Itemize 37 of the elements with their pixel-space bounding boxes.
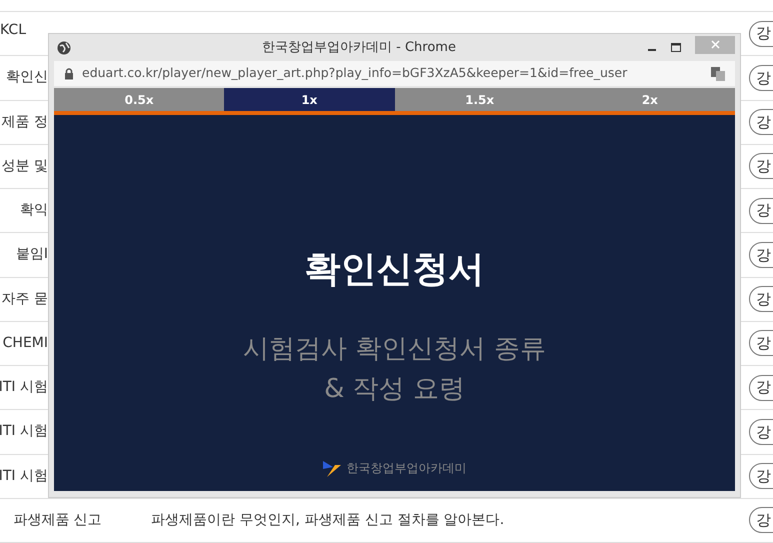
lesson-title: 확익 — [19, 201, 48, 220]
lecture-button[interactable]: 강 — [749, 153, 773, 180]
lecture-button[interactable]: 강 — [749, 64, 773, 91]
lesson-title: 파생제품 신고 — [12, 510, 103, 530]
lecture-button[interactable]: 강 — [749, 374, 773, 401]
address-bar[interactable]: eduart.co.kr/player/new_player_art.php?play_info=bGF3XzA5&keeper=1&id=free_user — [54, 61, 735, 86]
lesson-title: KCL — [0, 21, 26, 40]
lesson-title: ITI 시험 — [0, 378, 48, 398]
lesson-title: CHEMI — [2, 334, 48, 353]
lesson-title: 성분 및 — [0, 156, 48, 176]
lesson-title: ITI 시험 — [0, 422, 48, 442]
window-title: 한국창업부업아카데미 - Chrome — [261, 38, 457, 57]
logo-text: 한국창업부업아카데미 — [346, 460, 466, 477]
lecture-button[interactable]: 강 — [749, 463, 773, 490]
lock-icon — [64, 68, 74, 80]
logo-icon — [322, 459, 342, 477]
lesson-title: ITI 시험 — [0, 466, 48, 486]
lesson-title: 확인신 — [5, 68, 48, 88]
lecture-button[interactable]: 강 — [749, 286, 773, 312]
slide-heading: 확인신청서 — [304, 248, 484, 292]
lecture-button[interactable]: 강 — [749, 418, 773, 445]
maximize-icon[interactable] — [671, 42, 681, 52]
lecture-button[interactable]: 강 — [749, 330, 773, 356]
slide-subtitle: 시험검사 확인신청서 종류 — [243, 333, 546, 366]
lecture-button[interactable]: 강 — [749, 109, 773, 136]
lesson-description: 파생제품이란 무엇인지, 파생제품 신고 절차를 알아본다. — [151, 510, 504, 530]
close-icon — [710, 40, 720, 49]
lecture-button[interactable]: 강 — [749, 507, 773, 534]
url-text: eduart.co.kr/player/new_player_art.php?play_info=bGF3XzA5&keeper=1&id=free_user — [82, 64, 628, 82]
lesson-title: 제품 정 — [0, 112, 48, 132]
lesson-title: 붙임I — [14, 245, 48, 264]
speed-tab[interactable]: 1x — [224, 88, 394, 111]
slide-subtitle: & 작성 요령 — [324, 373, 465, 406]
lecture-button[interactable]: 강 — [749, 198, 773, 224]
lecture-button[interactable]: 강 — [749, 20, 773, 47]
lesson-title: 자주 묻 — [0, 290, 48, 309]
lecture-button[interactable]: 강 — [749, 242, 773, 268]
